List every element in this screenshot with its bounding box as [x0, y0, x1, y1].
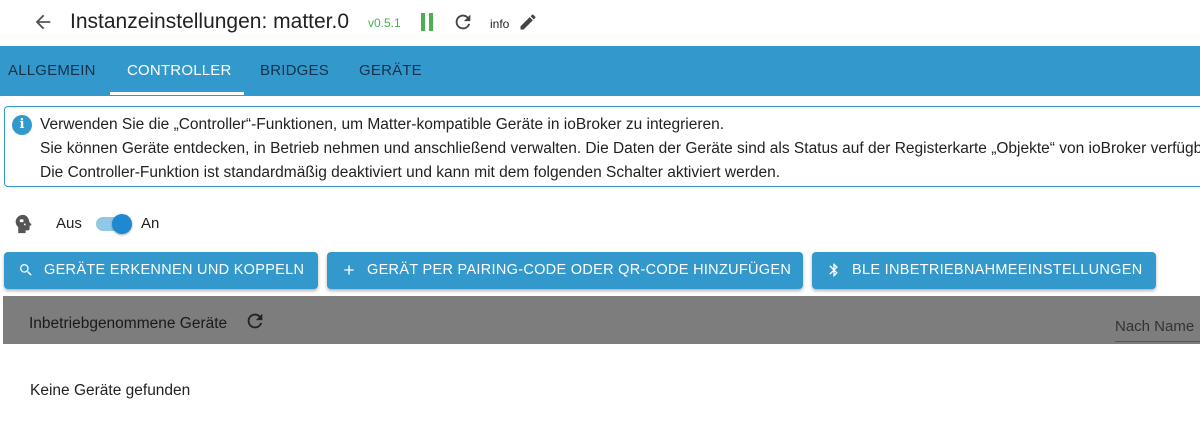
robot-head-icon — [15, 214, 32, 234]
controller-enable-switch[interactable] — [94, 213, 134, 235]
tab-bar: ALLGEMEIN CONTROLLER BRIDGES GERÄTE — [0, 46, 1200, 96]
ble-settings-button[interactable]: BLE INBETRIEBNAHMEEINSTELLUNGEN — [812, 252, 1156, 289]
version-badge: v0.5.1 — [368, 16, 401, 30]
edit-pencil-icon[interactable] — [518, 12, 538, 32]
plus-icon — [344, 265, 354, 275]
refresh-icon[interactable] — [244, 310, 266, 332]
discover-devices-label: GERÄTE ERKENNEN UND KOPPELN — [44, 262, 305, 278]
discover-devices-button[interactable]: GERÄTE ERKENNEN UND KOPPELN — [4, 252, 318, 289]
info-text-line: Die Controller-Funktion ist standardmäßi… — [40, 164, 781, 181]
tab-bridges[interactable]: BRIDGES — [260, 46, 329, 96]
reload-icon[interactable] — [452, 11, 474, 33]
filter-by-name-input[interactable] — [1115, 312, 1200, 342]
arrow-back-icon[interactable] — [32, 11, 54, 33]
toggle-on-label: An — [141, 215, 160, 232]
switch-knob — [112, 214, 132, 234]
active-tab-indicator — [110, 92, 244, 95]
tab-geraete[interactable]: GERÄTE — [359, 46, 422, 96]
devices-grid-header: Inbetriebgenommene Geräte — [3, 296, 1200, 344]
tab-controller[interactable]: CONTROLLER — [127, 46, 232, 96]
info-text-line: Verwenden Sie die „Controller“-Funktione… — [40, 116, 725, 133]
empty-state-text: Keine Geräte gefunden — [30, 382, 191, 399]
pause-icon — [421, 13, 425, 31]
bluetooth-icon — [829, 263, 838, 277]
pause-icon-bar — [429, 13, 433, 31]
info-icon: i — [12, 115, 32, 135]
info-text-line: Sie können Geräte entdecken, in Betrieb … — [40, 140, 1200, 157]
top-bar: Instanzeinstellungen: matter.0 v0.5.1 in… — [0, 0, 1200, 46]
pause-instance-button[interactable] — [420, 13, 434, 31]
page-title: Instanzeinstellungen: matter.0 — [70, 10, 350, 33]
toggle-off-label: Aus — [56, 215, 82, 232]
add-by-code-label: GERÄT PER PAIRING-CODE ODER QR-CODE HINZ… — [367, 262, 792, 278]
add-by-code-button[interactable]: GERÄT PER PAIRING-CODE ODER QR-CODE HINZ… — [327, 252, 803, 289]
info-label: info — [490, 17, 510, 31]
info-alert: i Verwenden Sie die „Controller“-Funktio… — [4, 106, 1200, 187]
ble-settings-label: BLE INBETRIEBNAHMEEINSTELLUNGEN — [852, 262, 1143, 278]
devices-grid-title: Inbetriebgenommene Geräte — [29, 315, 228, 332]
search-icon — [20, 264, 32, 276]
tab-allgemein[interactable]: ALLGEMEIN — [8, 46, 96, 96]
